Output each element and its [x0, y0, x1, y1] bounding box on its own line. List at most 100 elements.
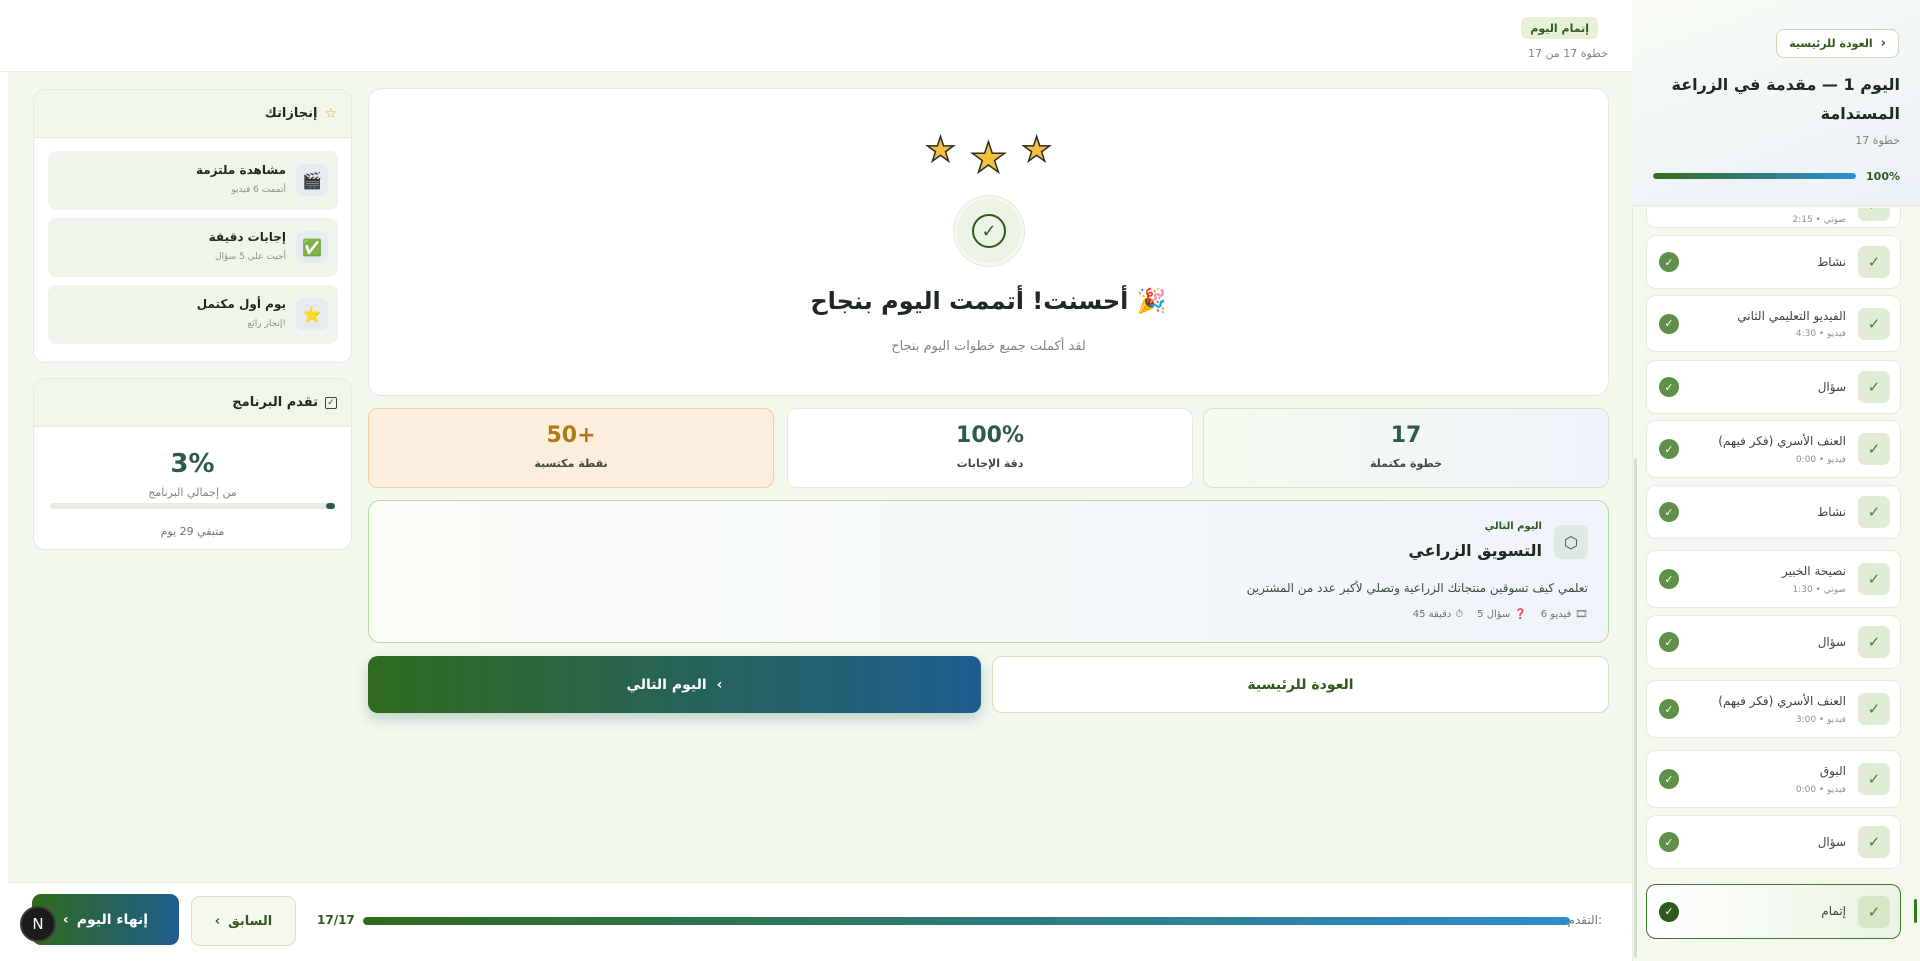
completed-check-icon: ✓	[1659, 699, 1679, 719]
star-icon: ★	[1021, 129, 1053, 171]
program-progress-fill	[326, 503, 335, 509]
day-progress-percent: 100%	[1866, 169, 1900, 183]
step-item[interactable]: ✓ نشاط ✓	[1646, 235, 1901, 289]
star-icon: ☆	[324, 105, 337, 122]
back-to-home-button[interactable]: العودة للرئيسية	[992, 656, 1609, 713]
completed-check-icon: ✓	[1659, 252, 1679, 272]
previous-button[interactable]: ‹ السابق	[191, 896, 296, 946]
completed-check-icon: ✓	[1659, 769, 1679, 789]
achievement-subtitle: أجبت على 5 سؤال	[214, 252, 286, 262]
stat-value: 17	[1390, 423, 1422, 448]
step-item[interactable]: ✓ العنف الأسري (فكر فيهم) فيديو • 3:00 ✓	[1646, 680, 1901, 738]
stat-points-earned: 50+ نقطة مكتسبة	[368, 408, 774, 488]
avatar[interactable]: N	[20, 906, 56, 942]
completed-check-icon: ✓	[1659, 313, 1679, 334]
achievement-subtitle: أتممت 6 فيديو	[231, 185, 286, 195]
completed-check-icon: ✓	[1659, 377, 1679, 397]
stat-steps-completed: 17 خطوة مكتملة	[1203, 408, 1609, 488]
achievement-title: إجابات دقيقة	[208, 230, 286, 244]
achievement-item: ⭐ يوم أول مكتمل إنجاز رائع!	[48, 285, 338, 344]
step-item[interactable]: ✓ الفيديو التعليمي الثاني فيديو • 4:30 ✓	[1646, 295, 1901, 352]
stat-answer-accuracy: 100% دقة الإجابات	[787, 408, 1193, 488]
sidebar-header: العودة للرئيسية › اليوم 1 — مقدمة في الز…	[1632, 0, 1920, 206]
step-item[interactable]: ✓ نشاط ✓	[1646, 485, 1901, 539]
achievement-item: 🎬 مشاهدة ملتزمة أتممت 6 فيديو	[48, 151, 338, 210]
bottom-progress-bar: التقدم: 17/17 ‹ السابق ‹ إنهاء اليوم	[8, 882, 1632, 961]
step-item[interactable]: ✓ سؤال ✓	[1646, 615, 1901, 669]
back-to-home-link[interactable]: العودة للرئيسية ›	[1776, 29, 1899, 58]
progress-count: 17/17	[317, 913, 355, 927]
step-subtitle: فيديو • 4:30	[1795, 329, 1846, 339]
program-progress-header: ✓ تقدم البرنامج	[34, 379, 351, 427]
next-day-meta: 🎞 6 فيديو ❓ 5 سؤال ⏱ 45 دقيقة	[1413, 609, 1588, 620]
step-title: سؤال	[1817, 380, 1846, 394]
step-item[interactable]: ✓ نصيحة الخبير صوتي • 1:30 ✓	[1646, 550, 1901, 608]
next-day-label: اليوم التالي	[626, 676, 707, 693]
step-title: سؤال	[1817, 835, 1846, 849]
day-step-count: 17 خطوة	[1855, 134, 1900, 147]
step-item[interactable]: ✓ سؤال ✓	[1646, 815, 1901, 869]
next-day-eyebrow: اليوم التالي	[1484, 521, 1542, 532]
meta-text: 6 فيديو	[1540, 609, 1572, 620]
star-icon: ★	[924, 129, 956, 171]
program-progress-title: تقدم البرنامج	[232, 395, 318, 410]
step-item[interactable]: ✓ صوتي • 2:15	[1646, 208, 1901, 228]
checkbox-icon: ✅	[296, 231, 328, 263]
meta-videos: 🎞 6 فيديو	[1541, 609, 1588, 620]
overall-progress-track	[363, 917, 1570, 925]
completion-title: أحسنت! أتممت اليوم بنجاح 🎉	[369, 287, 1608, 315]
achievements-panel: ☆ إنجازاتك 🎬 مشاهدة ملتزمة أتممت 6 فيديو…	[33, 89, 352, 363]
step-item[interactable]: ✓ العنف الأسري (فكر فيهم) فيديو • 0:00 ✓	[1646, 420, 1901, 478]
step-title: نصيحة الخبير	[1782, 564, 1846, 578]
step-subtitle: فيديو • 0:00	[1795, 455, 1846, 465]
achievements-header: ☆ إنجازاتك	[34, 90, 351, 138]
step-subtitle: فيديو • 0:00	[1795, 785, 1846, 795]
step-item-current[interactable]: ✓ إتمام ✓	[1646, 884, 1901, 939]
stat-value: 50+	[546, 423, 596, 448]
completion-title-text: أحسنت! أتممت اليوم بنجاح	[810, 287, 1129, 315]
next-day-description: تعلمي كيف تسوقين منتجاتك الزراعية وتصلي …	[1246, 581, 1588, 595]
stat-label: دقة الإجابات	[956, 457, 1024, 470]
scrollbar[interactable]	[1634, 458, 1637, 958]
next-day-card[interactable]: ⬡ اليوم التالي التسويق الزراعي تعلمي كيف…	[368, 500, 1609, 643]
step-subtitle: صوتي • 1:30	[1792, 585, 1846, 595]
steps-list[interactable]: ✓ صوتي • 2:15 ✓ نشاط ✓ ✓ الفيديو التعليم…	[1632, 208, 1920, 961]
meta-questions: ❓ 5 سؤال	[1477, 609, 1527, 620]
top-bar: إتمام اليوم خطوة 17 من 17	[0, 0, 1632, 72]
check-icon: ✓	[1858, 496, 1890, 528]
progress-label: التقدم:	[1567, 913, 1602, 927]
check-icon: ✓	[1858, 208, 1890, 221]
step-title: إتمام	[1821, 904, 1846, 918]
step-counter: خطوة 17 من 17	[1527, 47, 1608, 60]
achievement-item: ✅ إجابات دقيقة أجبت على 5 سؤال	[48, 218, 338, 277]
chevron-right-icon: ›	[1880, 36, 1886, 51]
lesson-sidebar: العودة للرئيسية › اليوم 1 — مقدمة في الز…	[1632, 0, 1920, 961]
clapperboard-icon: 🎬	[296, 164, 328, 196]
step-title: نشاط	[1817, 255, 1846, 269]
achievement-title: مشاهدة ملتزمة	[195, 163, 286, 177]
film-icon: 🎞	[1575, 609, 1588, 620]
meta-duration: ⏱ 45 دقيقة	[1413, 609, 1463, 620]
step-title: الفيديو التعليمي الثاني	[1737, 309, 1846, 323]
step-title: العنف الأسري (فكر فيهم)	[1718, 434, 1846, 448]
stopwatch-icon: ⏱	[1455, 609, 1464, 620]
step-item[interactable]: ✓ البوق فيديو • 0:00 ✓	[1646, 750, 1901, 808]
day-title: اليوم 1 — مقدمة في الزراعة المستدامة	[1671, 75, 1901, 123]
completed-check-icon: ✓	[1659, 901, 1679, 922]
step-subtitle: صوتي • 2:15	[1792, 215, 1846, 225]
day-complete-badge: إتمام اليوم	[1521, 17, 1598, 39]
star-badge-icon: ⭐	[296, 298, 328, 330]
check-icon: ✓	[1858, 433, 1890, 465]
step-item[interactable]: ✓ سؤال ✓	[1646, 360, 1901, 414]
step-title: سؤال	[1817, 635, 1846, 649]
day-progress-fill	[1653, 173, 1857, 179]
success-check-icon: ✓	[954, 196, 1024, 266]
previous-label: السابق	[228, 913, 273, 929]
next-day-title: التسويق الزراعي	[1408, 541, 1542, 560]
completed-check-icon: ✓	[1659, 569, 1679, 589]
completed-check-icon: ✓	[1659, 439, 1679, 459]
next-day-button[interactable]: اليوم التالي ‹	[368, 656, 981, 713]
completion-subtitle: لقد أكملت جميع خطوات اليوم بنجاح	[891, 339, 1086, 354]
check-icon: ✓	[1858, 693, 1890, 725]
hexagon-icon: ⬡	[1554, 525, 1588, 559]
